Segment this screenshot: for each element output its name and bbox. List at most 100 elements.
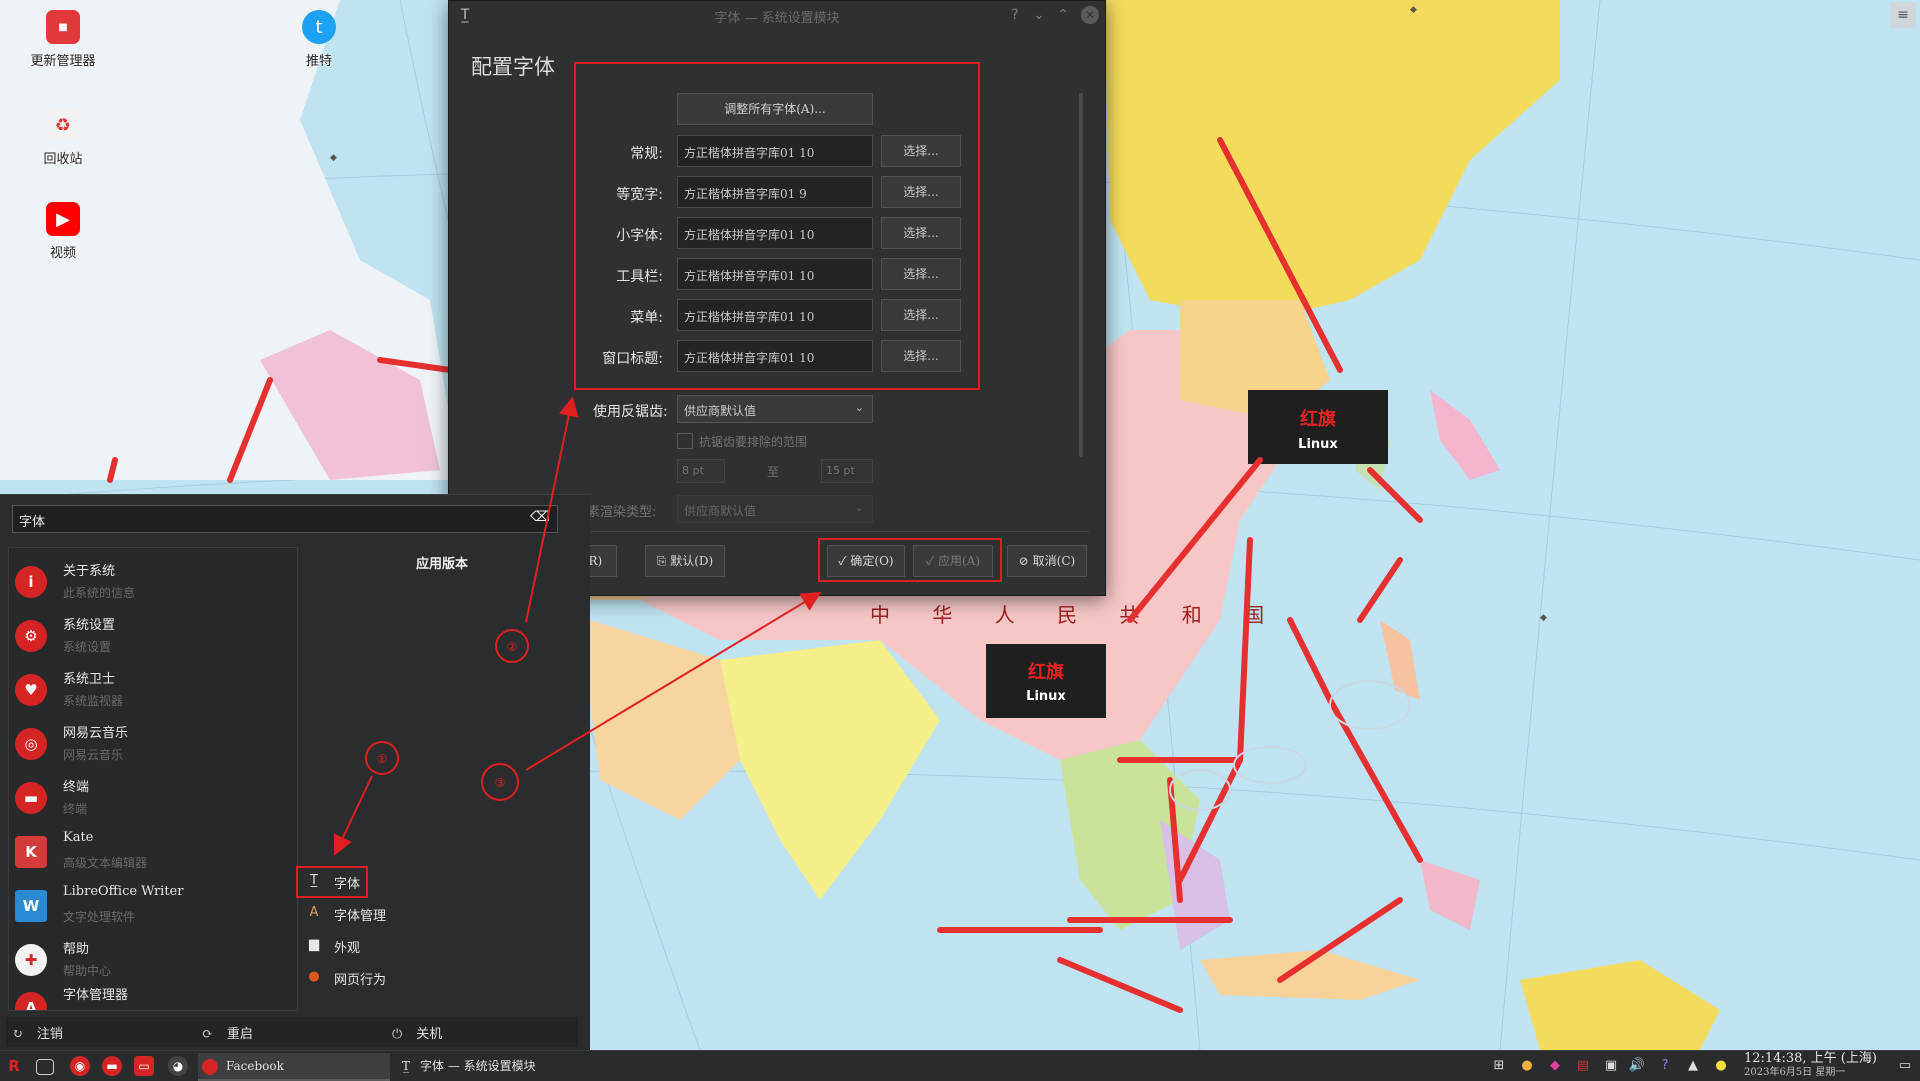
kate-icon: K — [15, 836, 47, 868]
list-item-system-settings[interactable]: ⚙ 系统设置 系统设置 — [9, 608, 297, 662]
app-desc: 系统设置 — [63, 640, 112, 654]
range-to-spinbox[interactable]: 15 pt — [821, 459, 873, 483]
help-icon[interactable]: ? — [1005, 5, 1025, 25]
annotation-box-fonts-item — [296, 866, 368, 898]
maximize-icon[interactable]: ⌃ — [1053, 5, 1073, 25]
cancel-button[interactable]: ⊘ 取消(C) — [1007, 545, 1087, 577]
app-desc: 此系统的信息 — [63, 586, 136, 600]
subpixel-select[interactable]: 供应商默认值 ⌄ — [677, 495, 873, 523]
youtube-icon: ▶ — [46, 202, 80, 236]
flag-icon[interactable]: ▤ — [1574, 1057, 1592, 1075]
app-name: 帮助 — [63, 942, 90, 957]
range-from-spinbox[interactable]: 8 pt — [677, 459, 725, 483]
list-item-netease-music[interactable]: ◎ 网易云音乐 网易云音乐 — [9, 716, 297, 770]
shutdown-button[interactable]: ⏻ 关机 — [392, 1023, 442, 1047]
defaults-button[interactable]: ⎘ 默认(D) — [645, 545, 725, 577]
app-desc: 网易云音乐 — [63, 748, 124, 762]
notifications-icon[interactable]: ● — [1712, 1057, 1730, 1075]
application-launcher: 字体 ⌫ i 关于系统 此系统的信息 ⚙ 系统设置 系统设置 ♥ 系统卫士 系统… — [0, 494, 590, 1051]
svg-text:红旗: 红旗 — [1028, 661, 1064, 683]
sub-item-label: 外观 — [334, 941, 361, 956]
show-desktop-icon[interactable] — [36, 1059, 54, 1075]
volume-icon[interactable]: 🔊 — [1628, 1057, 1646, 1075]
range-from-value: 8 pt — [682, 464, 704, 477]
task-font-settings[interactable]: T̲ 字体 — 系统设置模块 — [398, 1053, 628, 1079]
browser-icon — [202, 1058, 218, 1075]
clipboard-icon[interactable]: ● — [1518, 1057, 1536, 1075]
dialog-titlebar[interactable]: T̲ 字体 — 系统设置模块 ? ⌄ ⌃ ✕ — [449, 1, 1105, 29]
app-name: 终端 — [63, 780, 90, 795]
dialog-scrollbar[interactable] — [1079, 93, 1083, 457]
app-results-list[interactable]: i 关于系统 此系统的信息 ⚙ 系统设置 系统设置 ♥ 系统卫士 系统监视器 ◎… — [8, 547, 298, 1011]
task-facebook[interactable]: Facebook — [198, 1053, 390, 1081]
update-manager-icon: ■ — [46, 10, 80, 44]
list-item-font-manager[interactable]: A 字体管理器 — [9, 978, 297, 1010]
minimize-icon[interactable]: ⌄ — [1029, 5, 1049, 25]
sub-item-appearance[interactable]: ▆ 外观 — [302, 933, 502, 959]
sub-item-font-management[interactable]: A 字体管理 — [302, 901, 502, 927]
antialias-select[interactable]: 供应商默认值 ⌄ — [677, 395, 873, 423]
file-manager-icon[interactable]: ▭ — [134, 1056, 154, 1076]
list-item-kate[interactable]: K Kate 高级文本编辑器 — [9, 824, 297, 878]
exclude-range-checkbox[interactable] — [677, 433, 693, 449]
clear-search-icon[interactable]: ⌫ — [527, 509, 553, 529]
logout-button[interactable]: ↻ 注销 — [12, 1023, 63, 1047]
range-to-label: 至 — [767, 465, 780, 479]
antialias-label: 使用反锯齿: — [593, 404, 668, 420]
defaults-icon: ⎘ — [656, 554, 671, 568]
sub-item-web-behavior[interactable]: ● 网页行为 — [302, 965, 502, 991]
desktop-icon-youtube[interactable]: ▶ 视频 — [18, 202, 108, 261]
info-icon: i — [15, 566, 47, 598]
search-input[interactable]: 字体 ⌫ — [12, 505, 558, 533]
exclude-range-label: 抗锯齿要排除的范围 — [699, 435, 808, 449]
annotation-box-font-rows — [574, 62, 980, 390]
sub-item-label: 网页行为 — [334, 973, 387, 988]
list-item-about-system[interactable]: i 关于系统 此系统的信息 — [9, 554, 297, 608]
restart-button[interactable]: ⟳ 重启 — [202, 1023, 253, 1047]
start-menu-icon[interactable]: R — [4, 1056, 24, 1076]
search-value: 字体 — [19, 515, 46, 530]
app-name: 系统设置 — [63, 618, 116, 633]
panel-menu-icon[interactable]: ≡ — [1890, 2, 1916, 28]
trash-icon: ♻ — [46, 108, 80, 142]
desktop-icon-twitter[interactable]: t 推特 — [274, 10, 364, 69]
clock-date: 2023年6月5日 星期一 — [1744, 1067, 1846, 1078]
list-item-terminal[interactable]: ▬ 终端 终端 — [9, 770, 297, 824]
guard-icon: ♥ — [15, 674, 47, 706]
svg-text:◆: ◆ — [1410, 5, 1417, 15]
terminal-icon[interactable]: ▬ — [102, 1056, 122, 1076]
app-name: 关于系统 — [63, 564, 116, 579]
theme-icon[interactable]: ◆ — [1546, 1057, 1564, 1075]
desktop-icon-update-manager[interactable]: ■ 更新管理器 — [18, 10, 108, 69]
font-manager-icon: A — [15, 992, 47, 1010]
web-behavior-icon: ● — [308, 969, 320, 984]
list-item-libreoffice-writer[interactable]: W LibreOffice Writer 文字处理软件 — [9, 878, 297, 932]
clock[interactable]: 12:14:38, 上午 (上海) 2023年6月5日 星期一 — [1744, 1052, 1877, 1080]
chevron-down-icon: ⌄ — [854, 401, 864, 414]
settings-icon: ⚙ — [15, 620, 47, 652]
font-icon: T̲ — [402, 1059, 411, 1073]
desktop-icon-label: 回收站 — [43, 152, 83, 167]
help-icon[interactable]: ? — [1656, 1057, 1674, 1075]
github-icon[interactable]: ◕ — [168, 1056, 188, 1076]
desktop-icon-label: 推特 — [305, 54, 332, 69]
desktop-icon-trash[interactable]: ♻ 回收站 — [18, 108, 108, 167]
desktop-icon-label: 视频 — [49, 246, 76, 261]
chevron-down-icon: ⌄ — [854, 501, 864, 514]
svg-text:Linux: Linux — [1298, 437, 1338, 452]
clock-time: 12:14:38, 上午 (上海) — [1744, 1051, 1877, 1066]
list-item-system-guard[interactable]: ♥ 系统卫士 系统监视器 — [9, 662, 297, 716]
network-icon[interactable]: ▣ — [1602, 1057, 1620, 1075]
browser-icon[interactable]: ◉ — [70, 1056, 90, 1076]
input-method-icon[interactable]: ⊞ — [1490, 1057, 1508, 1075]
app-desc: 系统监视器 — [63, 694, 124, 708]
show-desktop-icon[interactable]: ▭ — [1896, 1057, 1914, 1075]
power-bar — [6, 1017, 578, 1047]
svg-text:◆: ◆ — [1540, 613, 1547, 623]
font-manager-icon: A — [309, 905, 319, 920]
help-icon: ✚ — [15, 944, 47, 976]
svg-text:◆: ◆ — [330, 153, 337, 163]
tray-expand-icon[interactable]: ▲ — [1684, 1057, 1702, 1075]
close-icon[interactable]: ✕ — [1081, 6, 1099, 24]
terminal-icon: ▬ — [15, 782, 47, 814]
